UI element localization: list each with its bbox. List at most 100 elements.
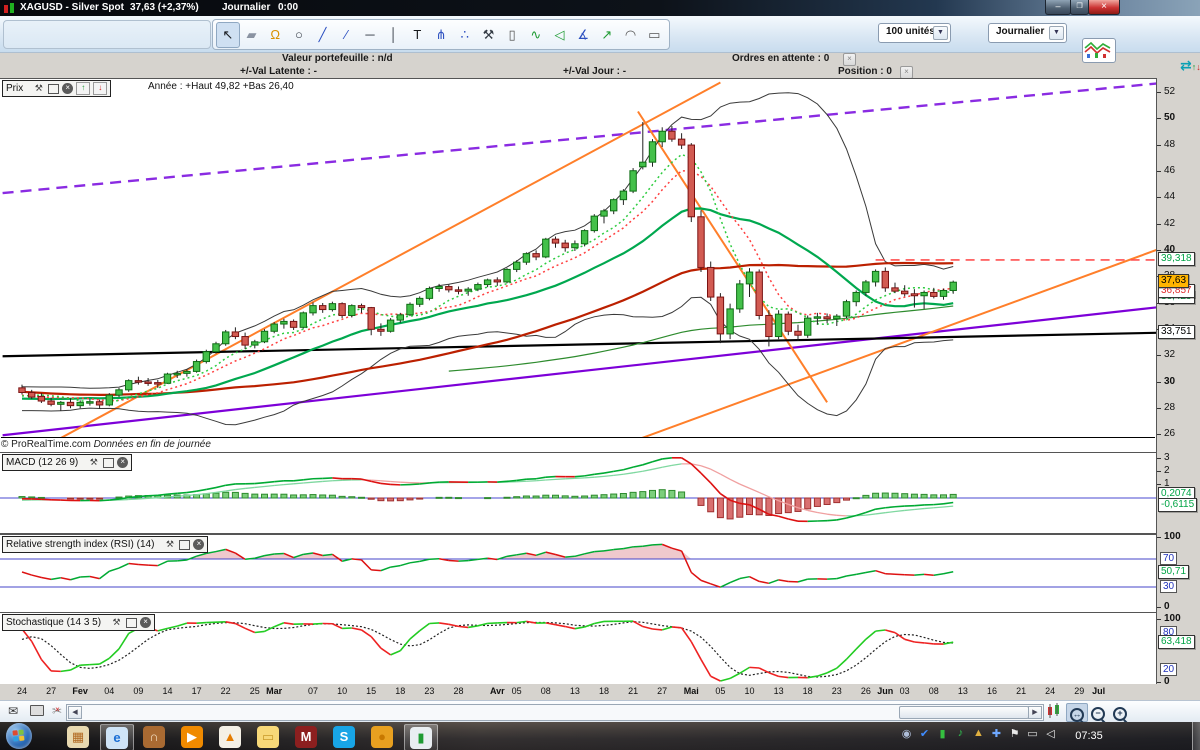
taskbar-app-money-manager[interactable]: M [290, 724, 322, 749]
security-check-tray-icon[interactable]: ✔ [916, 727, 933, 740]
detach-window-icon[interactable] [103, 457, 115, 468]
scroll-right-arrow[interactable]: ▶ [1028, 706, 1042, 719]
taskbar-app-media-player[interactable]: ▶ [176, 724, 208, 749]
settings-wrench-icon[interactable]: ⚒ [163, 539, 176, 550]
scroll-left-arrow[interactable]: ◀ [68, 706, 82, 719]
trend-line-tool-icon[interactable]: ╱ [311, 22, 335, 48]
taskbar-app-explorer-folder[interactable]: ▭ [252, 724, 284, 749]
pending-orders-label: Ordres en attente : 0 [732, 53, 830, 64]
taskbar-app-coin-app[interactable]: ● [366, 724, 398, 749]
scale-up-icon[interactable]: ↑ [76, 82, 91, 95]
price-axis-gutter[interactable]: 5250484644424038363432302826321100010007… [1156, 78, 1200, 687]
orders-clear-button[interactable]: × [843, 53, 856, 66]
points-tool-icon[interactable]: ∴ [453, 22, 477, 48]
forecast-tool-icon[interactable]: ↗ [595, 22, 619, 48]
settings-wrench-icon[interactable]: ⚒ [110, 617, 123, 628]
sync-arrows-icon[interactable]: ⇄↑↓ [1180, 57, 1200, 74]
zoom-out-icon[interactable]: − [1088, 703, 1108, 721]
volume-tray-icon[interactable]: ◁ [1042, 727, 1059, 740]
zoom-in-icon[interactable]: + [1110, 703, 1130, 721]
quantity-dropdown[interactable]: 100 unités ▼ [878, 23, 951, 43]
candle [144, 381, 152, 384]
close-pane-icon[interactable]: × [62, 83, 74, 94]
time-axis-label: 22 [220, 686, 231, 696]
time-axis-label: 24 [16, 686, 28, 696]
pitchfork-tool-icon[interactable]: ⋔ [429, 22, 453, 48]
close-pane-icon[interactable]: × [140, 617, 152, 628]
price-pane[interactable] [0, 78, 1156, 454]
rectangle-select-tool-icon[interactable]: ▭ [642, 22, 666, 48]
scale-down-icon[interactable]: ↓ [93, 82, 108, 95]
black-support-line [2, 331, 1156, 358]
mail-icon[interactable]: ✉ [8, 704, 18, 718]
candle [852, 291, 860, 303]
minimize-button[interactable]: – [1045, 0, 1071, 15]
segment-tool-icon[interactable]: ∕ [334, 22, 358, 48]
print-icon[interactable] [30, 704, 44, 718]
maximize-button[interactable]: ❒ [1070, 0, 1089, 15]
timeframe-dropdown[interactable]: Journalier ▼ [988, 23, 1067, 43]
candle [794, 330, 802, 336]
candle [319, 305, 327, 311]
time-axis-label: 28 [453, 686, 464, 696]
chevron-down-icon[interactable]: ▼ [933, 26, 948, 40]
zoom-lens-tool-icon[interactable]: ○ [287, 22, 311, 48]
settings-wrench-icon[interactable]: ⚒ [32, 83, 45, 94]
horizontal-scrollbar[interactable]: ◀ ▶ [66, 704, 1044, 721]
triangle-pattern-tool-icon[interactable]: ◁ [548, 22, 572, 48]
flag-tray-icon[interactable]: ⚑ [1006, 727, 1023, 740]
utility-tray-icon[interactable]: ▲ [970, 727, 987, 739]
taskbar-app-emule[interactable]: ∩ [138, 724, 170, 749]
candle [18, 387, 26, 393]
horizontal-line-tool-icon[interactable]: ─ [358, 22, 382, 48]
webcam-tray-icon[interactable]: ◉ [898, 727, 915, 740]
angle-lines-tool-icon[interactable]: ∡ [571, 22, 595, 48]
axis-tick-label: 50 [1164, 112, 1176, 124]
measure-tool-icon[interactable]: ▰ [240, 22, 264, 48]
chevron-down-icon[interactable]: ▼ [1049, 26, 1064, 40]
taskbar-app-vlc[interactable]: ▲ [214, 724, 246, 749]
show-desktop-button[interactable] [1192, 722, 1200, 750]
axis-tick-label: 52 [1164, 86, 1176, 98]
display-tray-icon[interactable]: ▭ [1024, 727, 1041, 740]
close-button[interactable]: × [1088, 0, 1120, 15]
taskbar-clock[interactable]: 07:35 [1066, 722, 1112, 750]
alarm-tool-icon[interactable]: Ω [263, 22, 287, 48]
macd-pane[interactable] [0, 452, 1156, 534]
vertical-line-tool-icon[interactable]: │ [382, 22, 406, 48]
candle [328, 303, 337, 311]
candle [920, 291, 928, 297]
close-pane-icon[interactable]: × [193, 539, 205, 550]
time-axis[interactable]: 24 27 Fev 04 09 14 17 22 25 Mar 07 10 15 18 23 28 Avr 05 0… [0, 684, 1200, 700]
zoom-fit-icon[interactable]: ↔ [1066, 703, 1088, 722]
candle [503, 268, 511, 283]
candle [561, 242, 569, 249]
candle-pattern-icon[interactable] [1044, 703, 1064, 720]
stochastic-pane[interactable] [0, 612, 1156, 686]
taskbar-app-prorealtime[interactable]: ▮ [404, 724, 438, 750]
wrench-tray-icon[interactable]: ✚ [988, 727, 1005, 740]
start-button[interactable] [6, 723, 32, 749]
candle [493, 279, 502, 283]
pointer-tool-icon[interactable]: ↖ [216, 21, 240, 48]
detach-window-icon[interactable] [126, 617, 138, 628]
detach-window-icon[interactable] [179, 539, 191, 550]
settings-wrench-icon[interactable]: ⚒ [87, 457, 100, 468]
text-note-tool-icon[interactable]: T [406, 22, 430, 48]
chart-style-button[interactable] [1082, 38, 1116, 63]
explorer-folder-icon: ▭ [257, 725, 279, 748]
taskbar-app-setup-app[interactable]: ▦ [62, 724, 94, 749]
close-pane-icon[interactable]: × [117, 457, 129, 468]
chart-tray-icon[interactable]: ▮ [934, 727, 951, 740]
axis-tick-label: 42 [1164, 217, 1176, 229]
candle [212, 343, 220, 353]
taskbar-app-skype[interactable]: S [328, 724, 360, 749]
taskbar-app-internet-explorer[interactable]: e [100, 724, 134, 750]
ellipse-select-tool-icon[interactable]: ◠ [619, 22, 643, 48]
zigzag-pattern-tool-icon[interactable]: ∿ [524, 22, 548, 48]
detach-window-icon[interactable] [48, 83, 60, 94]
scrollbar-thumb[interactable] [899, 706, 1029, 719]
music-tray-icon[interactable]: ♪ [952, 727, 969, 739]
delete-objects-tool-icon[interactable]: ▯ [500, 22, 524, 48]
tools-settings-tool-icon[interactable]: ⚒ [477, 22, 501, 48]
